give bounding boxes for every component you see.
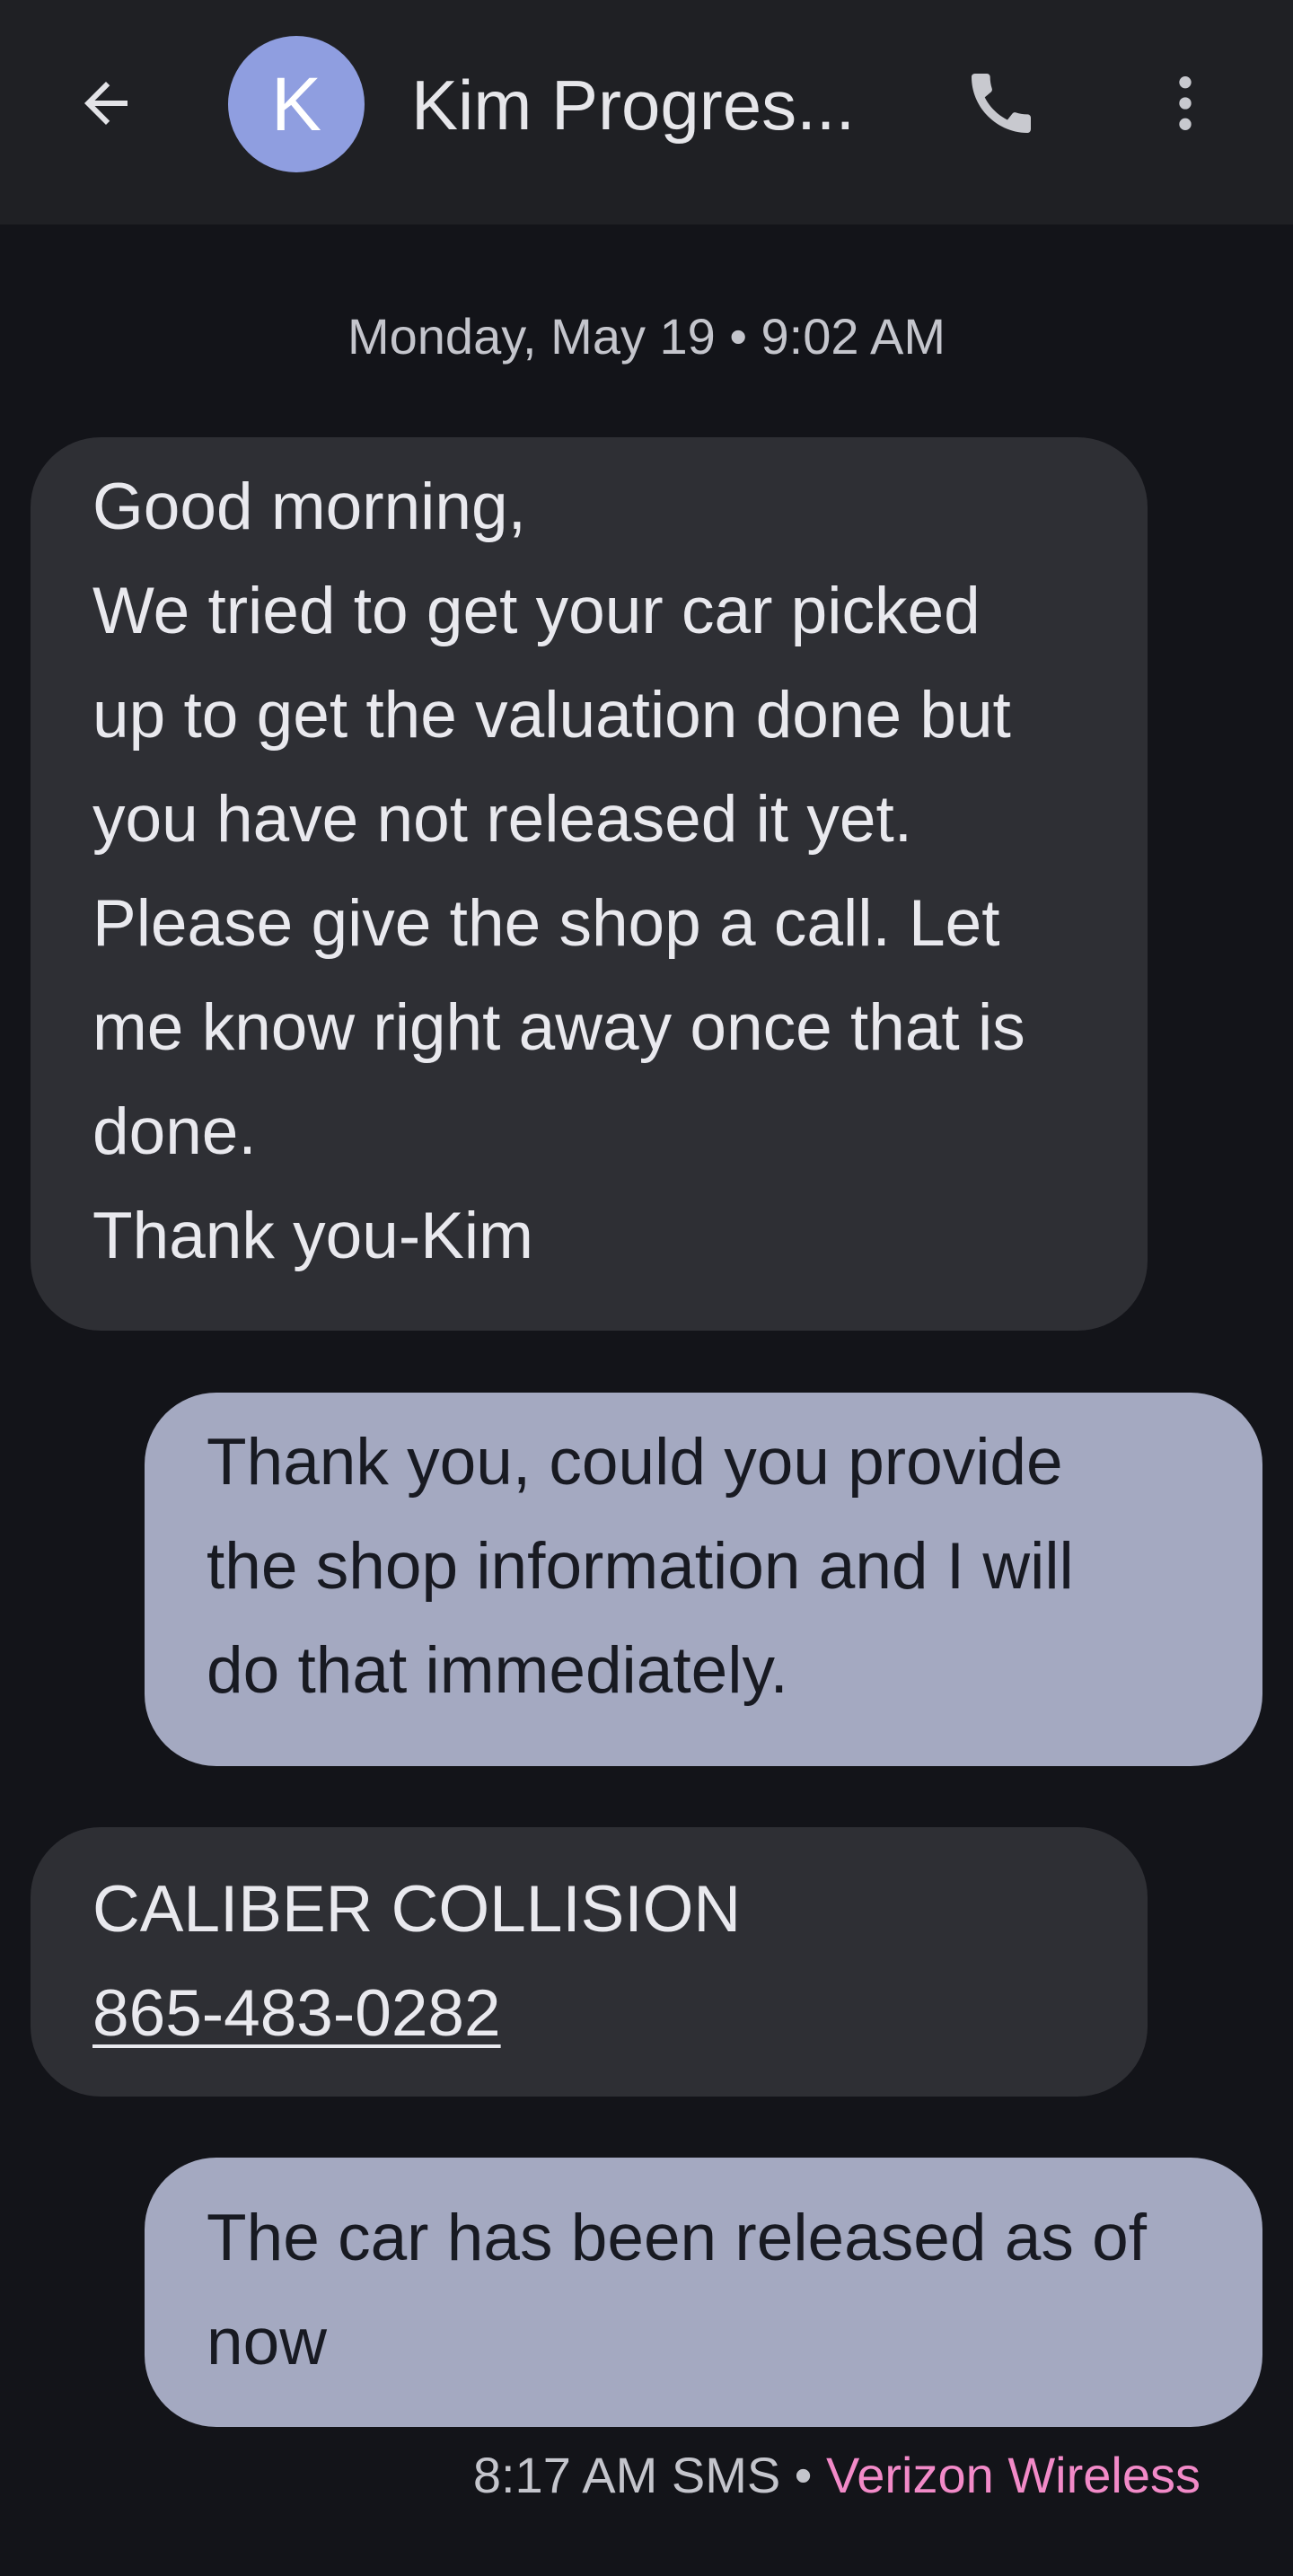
message-text: Thank you, could you provide the shop in… [207,1411,1074,1723]
message-text: CALIBER COLLISION 865-483-0282 [92,1858,741,2066]
more-options-button[interactable] [1140,54,1230,153]
message-type: SMS [671,2447,781,2503]
message-bubble-incoming[interactable]: Good morning, We tried to get your car p… [31,437,1148,1331]
more-vertical-icon [1179,76,1192,130]
phone-number-link[interactable]: 865-483-0282 [92,1962,741,2066]
message-text: The car has been released as of now [207,2186,1147,2395]
message-line: the shop information and I will [207,1530,1074,1603]
message-line: Good morning, [92,470,526,543]
message-text: Good morning, We tried to get your car p… [92,455,1025,1288]
message-line: you have not released it yet. [92,783,913,856]
message-line: me know right away once that is [92,991,1025,1064]
message-line: do that immediately. [207,1634,788,1707]
message-line: We tried to get your car picked [92,575,981,647]
message-bubble-outgoing[interactable]: Thank you, could you provide the shop in… [145,1393,1262,1766]
message-status: 8:17 AM SMS • Verizon Wireless [473,2444,1201,2507]
contact-avatar[interactable]: K [228,36,365,172]
message-line: done. [92,1095,257,1168]
message-line: up to get the valuation done but [92,679,1011,752]
app-bar: K Kim Progres... [0,0,1293,224]
status-separator: • [794,2447,813,2503]
avatar-initial: K [270,61,322,146]
back-button[interactable] [61,54,151,153]
message-time: 8:17 AM [472,2447,658,2503]
message-line: now [207,2306,327,2378]
message-line: The car has been released as of [207,2202,1147,2274]
date-divider: Monday, May 19 • 9:02 AM [347,308,946,365]
message-line: CALIBER COLLISION [92,1873,742,1946]
call-button[interactable] [952,54,1051,153]
message-bubble-outgoing[interactable]: The car has been released as of now [145,2158,1262,2427]
message-bubble-incoming[interactable]: CALIBER COLLISION 865-483-0282 [31,1827,1148,2097]
message-line: Thank you, could you provide [207,1426,1063,1499]
arrow-left-icon [84,82,128,125]
message-line: Thank you-Kim [92,1200,533,1272]
contact-name[interactable]: Kim Progres... [411,56,896,154]
carrier-label: Verizon Wireless [825,2447,1201,2503]
phone-icon [972,74,1031,133]
message-line: Please give the shop a call. Let [92,887,1000,960]
